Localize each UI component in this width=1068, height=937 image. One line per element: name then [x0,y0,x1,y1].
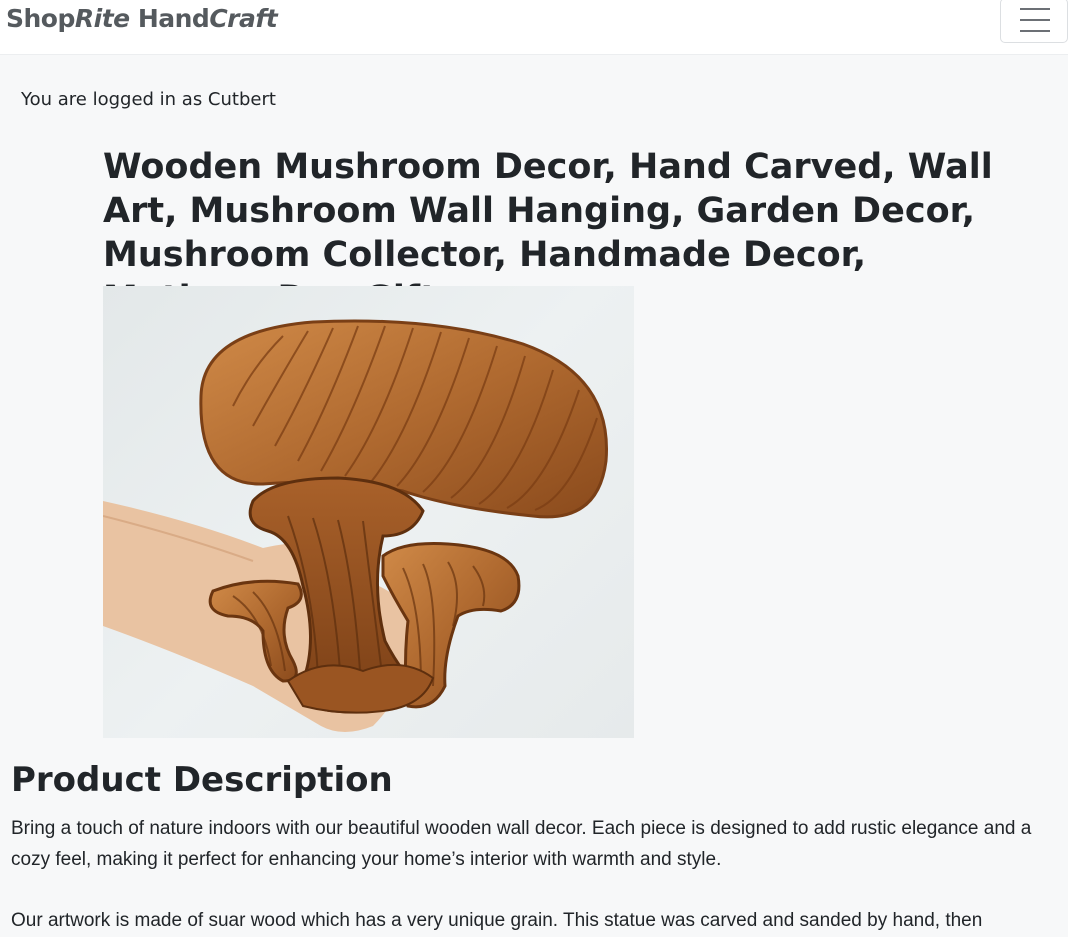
brand-part-hand: Hand [137,4,210,33]
product-image [103,286,634,738]
login-status: You are logged in as Cutbert [21,89,276,110]
mushroom-carving-illustration [103,319,609,732]
brand-logo[interactable]: ShopRite HandCraft [6,4,278,33]
brand-part-craft: Craft [209,4,278,33]
brand-part-shop: Shop [6,4,75,33]
menu-toggle-button[interactable] [1000,0,1068,43]
description-heading: Product Description [11,760,393,800]
brand-part-rite: Rite [74,4,130,33]
description-paragraph: Our artwork is made of suar wood which h… [11,910,983,931]
description-paragraph: Bring a touch of nature indoors with our… [11,818,1032,870]
navbar: ShopRite HandCraft [0,0,1068,55]
